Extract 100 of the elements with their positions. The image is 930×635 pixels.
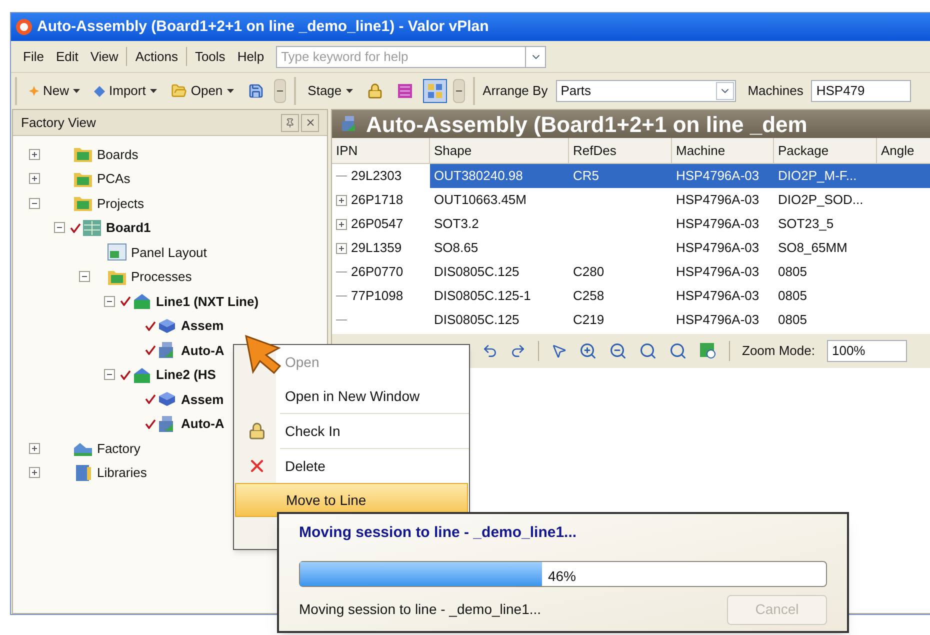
map-icon[interactable] [699, 342, 717, 360]
more-icon [456, 89, 462, 93]
tree-item[interactable]: Boards [97, 144, 138, 164]
app-icon [15, 18, 33, 36]
menu-item[interactable]: Edit [52, 46, 82, 66]
table-cell-text: OUT380240.98 [434, 167, 523, 186]
expand-toggle[interactable] [336, 194, 347, 206]
tree-item[interactable]: PCAs [97, 169, 130, 188]
table-row[interactable]: OUT380240.98 CR5 HSP4796A-03 DIO2P_M-F... [430, 164, 930, 188]
redo-icon[interactable] [510, 343, 526, 359]
toolbar-button[interactable] [422, 79, 447, 103]
tree-item[interactable]: Factory [97, 438, 140, 458]
table-cell-text: DIO2P_M-F... [778, 167, 857, 186]
expand-toggle[interactable] [336, 218, 347, 230]
table-row[interactable]: DIS0805C.125 C280 HSP4796A-03 0805 [430, 260, 930, 284]
field-label: Zoom Mode: [742, 342, 815, 360]
table-row[interactable]: DIS0805C.125 C219 HSP4796A-03 0805 [430, 308, 930, 332]
tree-item[interactable]: Line1 (NXT Line) [156, 292, 259, 311]
menu-item[interactable]: View [86, 46, 122, 66]
table-cell-text: SOT23_5 [778, 215, 834, 234]
collapse-toggle[interactable] [54, 222, 65, 234]
star-icon [29, 86, 39, 96]
panel-title: Factory View [21, 114, 96, 132]
dropdown-button[interactable] [526, 46, 546, 68]
column-header[interactable]: IPN [332, 138, 430, 163]
board-icon [82, 218, 102, 237]
tree-item[interactable]: Assem [181, 390, 224, 409]
machines-field[interactable]: HSP479 [811, 80, 912, 102]
expand-toggle[interactable] [29, 148, 40, 160]
table-cell-text: HSP4796A-03 [676, 239, 760, 258]
table-cell-text: HSP4796A-03 [676, 287, 760, 306]
table-cell-text: 0805 [778, 263, 807, 282]
table-cell-text: DIS0805C.125-1 [434, 287, 531, 306]
lock-icon [366, 83, 383, 99]
expand-toggle[interactable] [29, 442, 40, 454]
more-icon [276, 89, 283, 93]
layout-icon [107, 243, 127, 262]
toolbar-button[interactable]: Import [90, 79, 161, 103]
help-search-field[interactable]: Type keyword for help [276, 46, 526, 68]
table-row[interactable]: DIS0805C.125-1 C258 HSP4796A-03 0805 [430, 284, 930, 308]
table-cell-text: 77P1098 [351, 287, 404, 306]
column-header[interactable]: Machine [672, 138, 774, 163]
menu-item[interactable]: Tools [190, 46, 230, 66]
caret-icon [346, 89, 353, 93]
tree-item[interactable]: Line2 (HS [156, 365, 216, 384]
pin-button[interactable] [281, 114, 299, 132]
column-header[interactable]: RefDes [569, 138, 672, 163]
zoom-out-icon[interactable] [609, 342, 627, 360]
collapse-toggle[interactable] [104, 369, 115, 380]
menu-item[interactable]: Check In [235, 414, 468, 448]
tree-item[interactable]: Auto-A [181, 414, 224, 434]
expand-toggle[interactable] [336, 242, 347, 254]
close-button[interactable] [301, 114, 319, 132]
folder-icon [73, 145, 93, 164]
zoom-area-icon[interactable] [639, 342, 657, 360]
collapse-toggle[interactable] [79, 271, 90, 282]
arrange-by-dropdown[interactable]: Parts [556, 80, 736, 102]
column-header[interactable]: Angle [877, 138, 930, 163]
caret-icon [226, 89, 234, 93]
column-header[interactable]: Shape [430, 138, 569, 163]
zoom-in-icon[interactable] [579, 342, 597, 360]
table-row[interactable]: OUT10663.45M HSP4796A-03 DIO2P_SOD... [430, 188, 930, 212]
undo-icon[interactable] [482, 343, 498, 359]
menu-item[interactable]: Help [233, 46, 268, 66]
collapse-toggle[interactable] [29, 198, 40, 209]
tree-item[interactable]: Panel Layout [131, 242, 207, 262]
collapse-toggle[interactable] [104, 296, 115, 307]
menu-item[interactable]: File [19, 46, 48, 66]
menu-item[interactable]: Actions [131, 46, 182, 66]
tree-item[interactable]: Board1 [106, 218, 151, 238]
tree-item[interactable]: Projects [97, 194, 144, 213]
chart-icon [396, 83, 413, 99]
tree-line [336, 319, 347, 321]
window-title: Auto-Assembly (Board1+2+1 on line _demo_line1) - Valor vPlan [37, 16, 489, 37]
zoom-mode-field[interactable]: 100% [826, 340, 907, 362]
toolbar-button[interactable]: New [25, 79, 84, 103]
table-cell-text: 0805 [778, 311, 807, 330]
search-icon[interactable] [669, 342, 687, 360]
tree-item[interactable]: Auto-A [181, 340, 224, 360]
column-header[interactable]: Package [774, 138, 877, 163]
close-icon [304, 117, 316, 128]
expand-toggle[interactable] [29, 173, 40, 184]
tree-item[interactable]: Processes [131, 267, 192, 286]
toolbar-button[interactable]: Stage [304, 79, 357, 103]
pointer-icon[interactable] [551, 343, 567, 359]
tree-item[interactable]: Assem [181, 316, 224, 336]
progress-message: Moving session to line - _demo_line1... [299, 600, 542, 619]
tree-item[interactable]: Libraries [97, 463, 147, 482]
menu-item[interactable]: Open in New Window [235, 379, 468, 413]
table-cell-text: 29L2303 [351, 167, 402, 186]
folder-icon [170, 83, 187, 99]
table-row[interactable]: SO8.65 HSP4796A-03 SO8_65MM [430, 236, 930, 260]
book-icon [73, 464, 93, 482]
dialog-title: Moving session to line - _demo_line1... [299, 523, 578, 543]
table-cell-text: DIO2P_SOD... [778, 191, 864, 210]
table-row[interactable]: SOT3.2 HSP4796A-03 SOT23_5 [430, 212, 930, 236]
toolbar-button[interactable]: Open [166, 79, 238, 103]
menu-item[interactable]: Delete [235, 449, 468, 483]
expand-toggle[interactable] [29, 467, 40, 478]
tree-line [336, 175, 347, 177]
